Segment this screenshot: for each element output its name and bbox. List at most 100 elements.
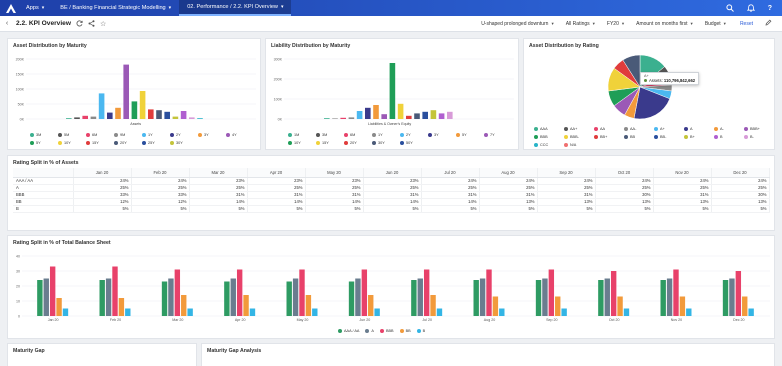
column-header[interactable]: Sep 20: [537, 168, 596, 178]
bar[interactable]: [729, 278, 735, 317]
reset-button[interactable]: Reset: [732, 21, 761, 27]
star-icon[interactable]: ☆: [100, 20, 106, 28]
bar[interactable]: [299, 269, 305, 317]
legend-item[interactable]: BB+: [594, 133, 618, 141]
bar[interactable]: [123, 64, 129, 119]
bar[interactable]: [125, 308, 131, 317]
legend-item[interactable]: 10Y: [288, 139, 310, 147]
bar[interactable]: [430, 295, 436, 316]
column-header[interactable]: May 20: [305, 168, 364, 178]
bar[interactable]: [112, 266, 118, 317]
bar[interactable]: [312, 308, 318, 317]
bar[interactable]: [561, 308, 567, 317]
legend-item[interactable]: 10Y: [58, 139, 80, 147]
legend-item[interactable]: 5Y: [456, 131, 478, 139]
legend-item[interactable]: BBB+: [744, 125, 768, 133]
bar[interactable]: [189, 117, 195, 119]
bar[interactable]: [447, 111, 453, 119]
bar[interactable]: [430, 110, 437, 119]
bar[interactable]: [666, 278, 673, 317]
column-header[interactable]: Mar 20: [189, 168, 248, 178]
amount-filter[interactable]: Amount on months first ▾: [630, 21, 699, 27]
bar[interactable]: [411, 280, 417, 316]
bar[interactable]: [356, 111, 363, 119]
bar[interactable]: [115, 107, 121, 119]
year-filter[interactable]: FY20 ▾: [601, 21, 630, 27]
legend-item[interactable]: A: [684, 125, 708, 133]
bar[interactable]: [604, 278, 610, 317]
bar[interactable]: [56, 298, 62, 316]
legend-item[interactable]: AA+: [564, 125, 588, 133]
bar[interactable]: [161, 281, 168, 317]
bell-icon[interactable]: [746, 4, 755, 12]
bar[interactable]: [499, 308, 505, 317]
bar[interactable]: [340, 117, 346, 119]
legend-item[interactable]: BB: [624, 133, 648, 141]
legend-item[interactable]: 20Y: [114, 139, 136, 147]
bar[interactable]: [423, 269, 430, 317]
bar[interactable]: [722, 280, 729, 316]
bar[interactable]: [230, 278, 236, 317]
bar[interactable]: [62, 308, 69, 317]
bar[interactable]: [197, 118, 203, 119]
column-header[interactable]: Nov 20: [653, 168, 712, 178]
bar[interactable]: [139, 91, 146, 119]
bar[interactable]: [361, 269, 368, 317]
legend-item[interactable]: 30Y: [170, 139, 192, 147]
legend-item[interactable]: 15Y: [316, 139, 338, 147]
bar[interactable]: [417, 278, 423, 317]
back-arrow-icon[interactable]: ‹: [0, 20, 14, 27]
legend-item[interactable]: 3Y: [428, 131, 450, 139]
table-row[interactable]: BB 12% 12% 14% 14% 14% 14% 14% 13% 13% 13% 13% 13%: [13, 198, 770, 206]
legend-item[interactable]: B+: [684, 133, 708, 141]
bar[interactable]: [37, 280, 43, 316]
legend-item[interactable]: 3M: [30, 131, 52, 139]
bar[interactable]: [148, 109, 154, 119]
bar[interactable]: [181, 295, 187, 316]
bar[interactable]: [673, 269, 679, 317]
column-header[interactable]: Jan 20: [73, 168, 132, 178]
column-header[interactable]: Apr 20: [247, 168, 306, 178]
legend-item[interactable]: 1Y: [372, 131, 394, 139]
bar[interactable]: [66, 118, 72, 119]
legend-item[interactable]: 3M: [316, 131, 338, 139]
bar[interactable]: [617, 296, 623, 317]
legend-item[interactable]: 25Y: [142, 139, 164, 147]
bar[interactable]: [174, 269, 181, 317]
bar[interactable]: [535, 280, 542, 316]
bar[interactable]: [98, 93, 105, 119]
column-header[interactable]: Feb 20: [131, 168, 190, 178]
legend-item[interactable]: CCC: [534, 141, 558, 149]
bar[interactable]: [49, 266, 56, 317]
bar[interactable]: [548, 269, 555, 317]
legend-item[interactable]: AAA / AA: [338, 327, 359, 335]
bar[interactable]: [748, 308, 754, 317]
bar[interactable]: [389, 63, 396, 119]
legend-item[interactable]: A+: [654, 125, 678, 133]
bar[interactable]: [422, 111, 428, 119]
apps-menu[interactable]: Apps ▾: [18, 0, 52, 16]
bar[interactable]: [610, 271, 617, 316]
legend-item[interactable]: N/A: [564, 141, 588, 149]
bar[interactable]: [479, 278, 486, 317]
legend-item[interactable]: B: [416, 327, 425, 335]
bar[interactable]: [365, 107, 371, 119]
breadcrumb-page[interactable]: 02. Performance / 2.2. KPI Overview ▾: [179, 0, 292, 16]
bar[interactable]: [324, 118, 330, 119]
bar[interactable]: [660, 280, 666, 316]
legend-item[interactable]: BBB-: [564, 133, 588, 141]
legend-item[interactable]: BBB: [379, 327, 394, 335]
bar[interactable]: [187, 308, 193, 317]
column-header[interactable]: Aug 20: [479, 168, 538, 178]
column-header[interactable]: Jun 20: [363, 168, 422, 178]
bar[interactable]: [406, 115, 412, 119]
bar[interactable]: [99, 280, 105, 316]
bar[interactable]: [348, 281, 355, 317]
legend-item[interactable]: 20Y: [344, 139, 366, 147]
ratings-filter[interactable]: All Ratings ▾: [560, 21, 601, 27]
legend-item[interactable]: 6M: [86, 131, 108, 139]
help-icon[interactable]: ?: [768, 5, 772, 12]
bar[interactable]: [542, 278, 548, 317]
bar[interactable]: [348, 117, 355, 119]
legend-item[interactable]: 1M: [288, 131, 310, 139]
